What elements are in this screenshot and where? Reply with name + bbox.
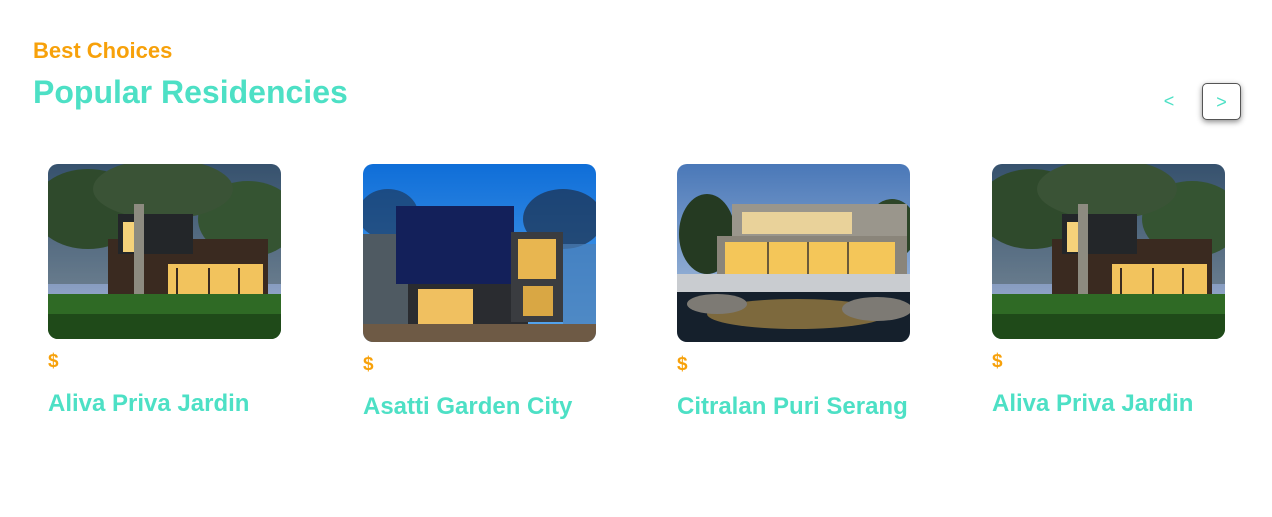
residency-name[interactable]: Asatti Garden City: [363, 393, 596, 421]
section-title: Popular Residencies: [33, 74, 348, 110]
residency-photo[interactable]: [48, 164, 281, 339]
section-kicker: Best Choices: [33, 38, 173, 63]
residency-name[interactable]: Citralan Puri Serang: [677, 393, 910, 421]
residency-price: $: [48, 351, 59, 372]
residency-card[interactable]: $ Aliva Priva Jardin: [992, 164, 1225, 418]
carousel-next-button[interactable]: >: [1202, 83, 1241, 120]
residency-photo[interactable]: [677, 164, 910, 342]
carousel-prev-button[interactable]: <: [1154, 88, 1184, 114]
residency-name[interactable]: Aliva Priva Jardin: [48, 390, 281, 418]
residency-name[interactable]: Aliva Priva Jardin: [992, 390, 1225, 418]
residency-photo[interactable]: [992, 164, 1225, 339]
residency-card[interactable]: $ Citralan Puri Serang: [677, 164, 910, 421]
residency-photo[interactable]: [363, 164, 596, 342]
residency-card[interactable]: $ Aliva Priva Jardin: [48, 164, 281, 418]
residency-price: $: [992, 351, 1003, 372]
residency-price: $: [363, 354, 374, 375]
residency-price: $: [677, 354, 688, 375]
residency-card[interactable]: $ Asatti Garden City: [363, 164, 596, 421]
